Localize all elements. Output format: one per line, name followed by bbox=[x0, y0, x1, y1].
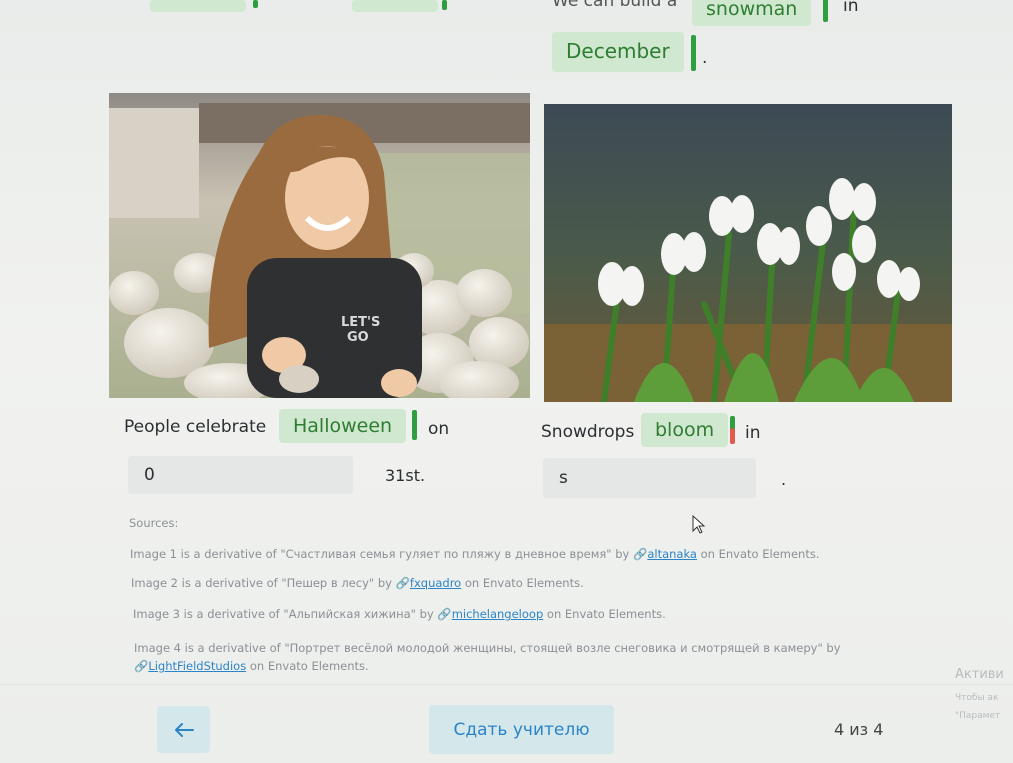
sentence-text-in: in bbox=[843, 0, 859, 16]
link-icon: 🔗 bbox=[395, 576, 410, 590]
snowdrops-text-before: Snowdrops bbox=[541, 422, 635, 442]
activation-watermark-line2: Чтобы ак bbox=[955, 693, 999, 703]
source-4-suffix: on Envato Elements. bbox=[249, 659, 369, 673]
activation-watermark-line3: "Парамет bbox=[955, 711, 1001, 721]
halloween-text-after: on bbox=[428, 419, 450, 439]
sentence-text-snowman: We can build a bbox=[552, 0, 678, 11]
source-2-suffix: on Envato Elements. bbox=[464, 576, 584, 590]
sources-heading: Sources: bbox=[129, 516, 179, 530]
word-bar-bloom bbox=[730, 416, 735, 444]
word-chip-bloom[interactable]: bloom bbox=[641, 413, 729, 447]
girl-pumpkins-illustration: LET'S GO bbox=[109, 93, 530, 398]
activation-watermark-title: Активи bbox=[955, 667, 1004, 682]
halloween-text-before: People celebrate bbox=[124, 417, 267, 437]
source-line-4: Image 4 is a derivative of "Портрет весё… bbox=[134, 639, 894, 675]
submit-to-teacher-button[interactable]: Сдать учителю bbox=[429, 705, 614, 754]
sentence-period: . bbox=[702, 48, 708, 68]
word-bar-cut-2 bbox=[442, 0, 447, 10]
snowdrops-illustration bbox=[544, 104, 952, 402]
page-counter: 4 из 4 bbox=[834, 720, 884, 739]
word-chip-december[interactable]: December bbox=[552, 32, 684, 72]
source-line-3: Image 3 is a derivative of "Альпийская х… bbox=[133, 607, 666, 621]
source-3-suffix: on Envato Elements. bbox=[546, 607, 666, 621]
snowdrops-after-input: . bbox=[781, 470, 787, 489]
answer-input-snowdrops[interactable]: s bbox=[543, 458, 756, 498]
source-4-author-link[interactable]: LightFieldStudios bbox=[148, 659, 246, 673]
source-line-2: Image 2 is a derivative of "Пешер в лесу… bbox=[131, 576, 584, 590]
source-3-prefix: Image 3 is a derivative of "Альпийская х… bbox=[133, 607, 434, 621]
word-bar-halloween bbox=[412, 410, 417, 440]
word-chip-halloween[interactable]: Halloween bbox=[279, 409, 407, 443]
svg-text:GO: GO bbox=[347, 330, 369, 345]
source-3-author-link[interactable]: michelangeloop bbox=[452, 607, 544, 621]
back-button[interactable] bbox=[157, 706, 210, 753]
arrow-left-icon bbox=[174, 722, 194, 737]
source-2-author-link[interactable]: fxquadro bbox=[410, 576, 461, 590]
source-line-1: Image 1 is a derivative of "Счастливая с… bbox=[130, 547, 820, 561]
photo-snowdrops bbox=[544, 104, 952, 402]
source-1-author-link[interactable]: altanaka bbox=[647, 547, 697, 561]
word-chip-cut-2[interactable] bbox=[352, 0, 438, 12]
word-bar-snowman bbox=[823, 0, 828, 22]
link-icon: 🔗 bbox=[437, 607, 452, 621]
source-4-prefix: Image 4 is a derivative of "Портрет весё… bbox=[134, 641, 841, 655]
answer-input-halloween[interactable]: 0 bbox=[128, 456, 353, 494]
snowdrops-text-after: in bbox=[745, 423, 761, 443]
word-chip-cut-1[interactable] bbox=[150, 0, 246, 12]
source-1-prefix: Image 1 is a derivative of "Счастливая с… bbox=[130, 547, 630, 561]
word-bar-cut-1 bbox=[253, 0, 258, 8]
link-icon: 🔗 bbox=[134, 659, 149, 673]
submit-to-teacher-label: Сдать учителю bbox=[453, 719, 590, 740]
svg-text:LET'S: LET'S bbox=[341, 315, 380, 330]
mouse-cursor-icon bbox=[692, 515, 706, 534]
word-bar-december bbox=[691, 35, 696, 71]
photo-girl-pumpkins: LET'S GO bbox=[109, 93, 530, 398]
word-chip-snowman[interactable]: snowman bbox=[692, 0, 812, 26]
source-1-suffix: on Envato Elements. bbox=[700, 547, 820, 561]
footer-divider bbox=[0, 684, 1013, 685]
source-2-prefix: Image 2 is a derivative of "Пешер в лесу… bbox=[131, 576, 392, 590]
halloween-after-input: 31st. bbox=[385, 466, 426, 485]
link-icon: 🔗 bbox=[633, 547, 648, 561]
